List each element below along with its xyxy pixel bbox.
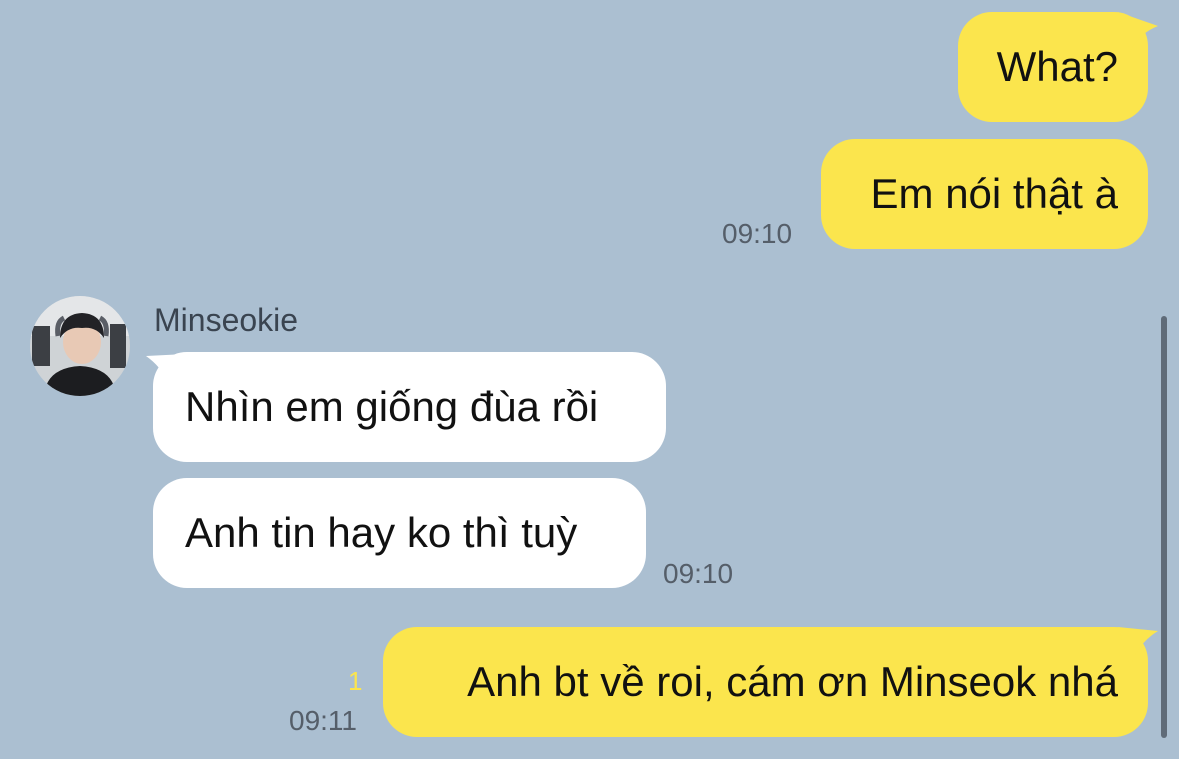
contact-name: Minseokie [154, 302, 299, 338]
message-text: Anh tin hay ko thì tuỳ [185, 509, 578, 556]
message-text: Em nói thật à [870, 170, 1118, 217]
message-text: Anh bt về roi, cám ơn Minseok nhá [467, 658, 1118, 705]
message-timestamp: 09:10 [722, 218, 793, 249]
bubble-tail-outgoing [1118, 12, 1158, 52]
avatar-image [30, 296, 130, 396]
message-timestamp: 09:11 [289, 705, 357, 736]
unread-count: 1 [348, 666, 363, 696]
message-bubble-outgoing[interactable]: Anh bt về roi, cám ơn Minseok nhá [383, 627, 1148, 737]
message-text: Nhìn em giống đùa rồi [185, 383, 599, 430]
contact-avatar[interactable] [30, 296, 130, 396]
scrollbar[interactable] [1161, 316, 1167, 738]
message-bubble-incoming[interactable]: Anh tin hay ko thì tuỳ [153, 478, 646, 588]
bubble-tail-outgoing [1118, 627, 1158, 667]
message-bubble-incoming[interactable]: Nhìn em giống đùa rồi [153, 352, 666, 462]
message-text: What? [996, 43, 1118, 90]
message-timestamp: 09:10 [663, 558, 734, 589]
message-bubble-outgoing[interactable]: Em nói thật à [821, 139, 1148, 249]
